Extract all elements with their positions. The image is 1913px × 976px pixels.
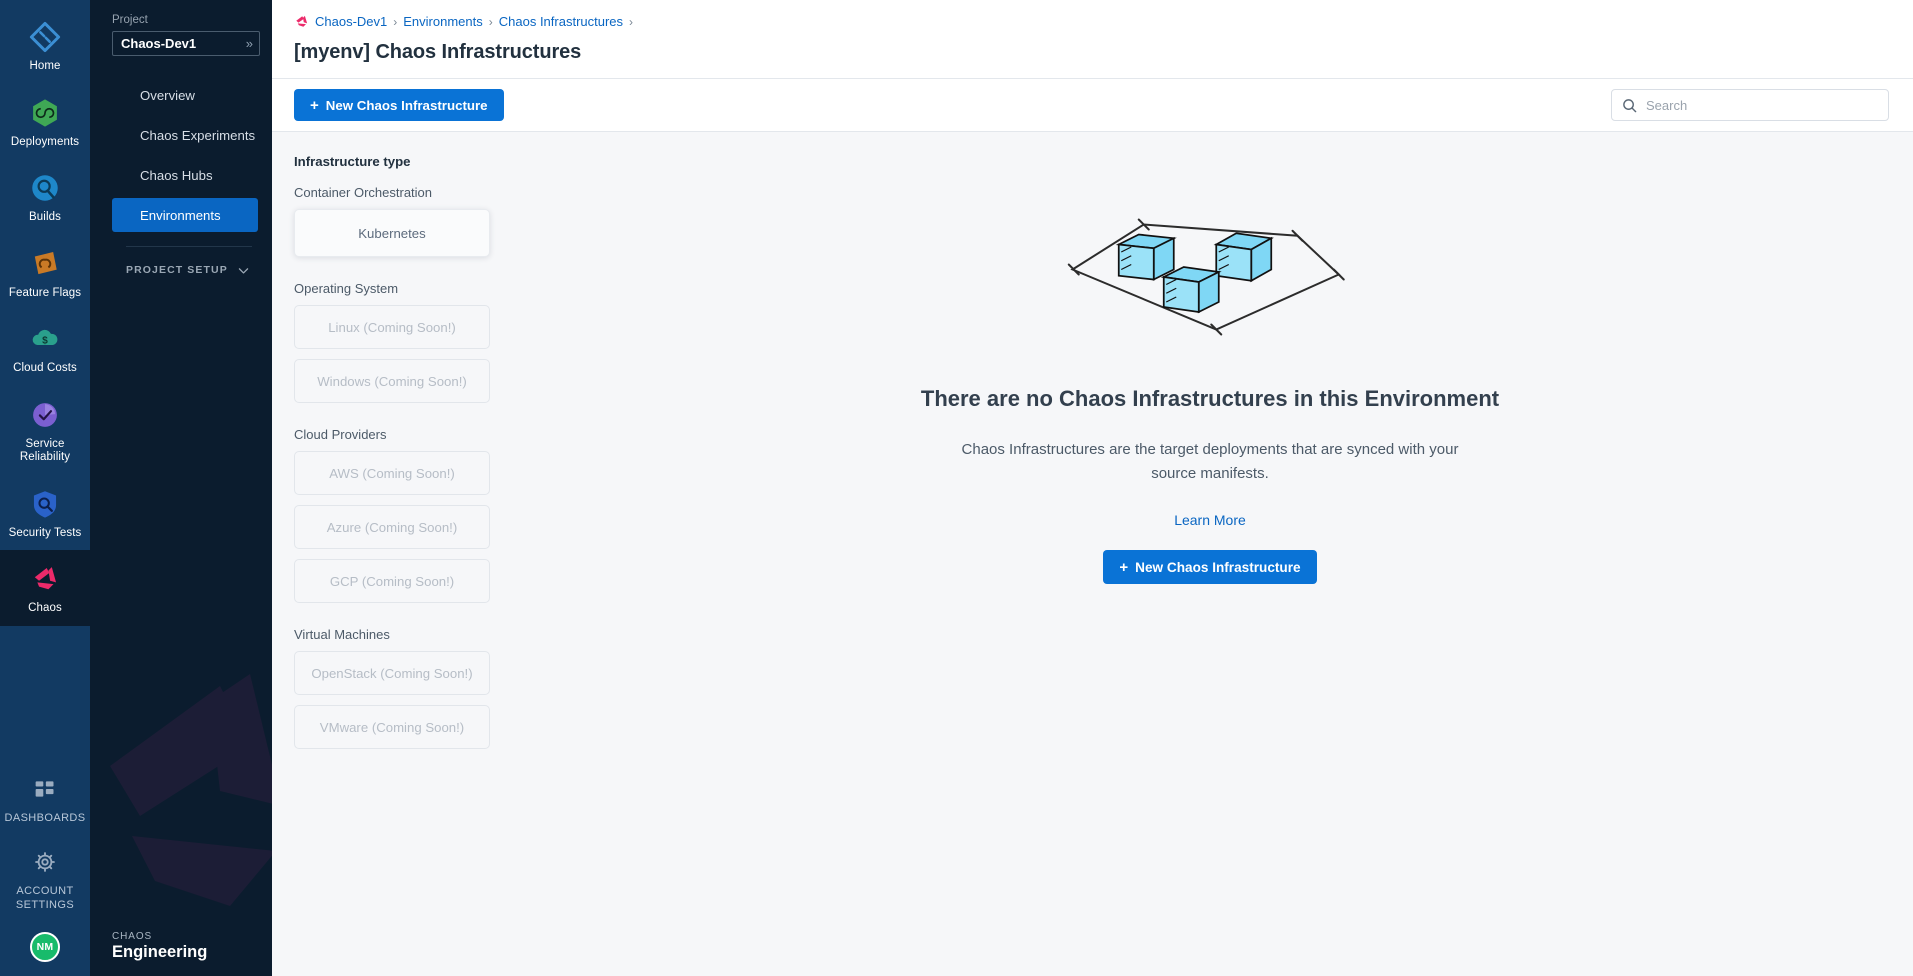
filter-group-operating-system: Operating System Linux (Coming Soon!) Wi… bbox=[294, 281, 507, 403]
sidebar-item-environments[interactable]: Environments bbox=[112, 198, 258, 232]
sidebar-footer-bottom: Engineering bbox=[112, 943, 208, 961]
project-selector[interactable]: Chaos-Dev1 » bbox=[112, 31, 260, 56]
breadcrumb-link-project[interactable]: Chaos-Dev1 bbox=[315, 14, 387, 29]
project-selector-wrap: Project Chaos-Dev1 » bbox=[90, 0, 272, 62]
rail-item-label: Deployments bbox=[10, 135, 80, 148]
breadcrumb-bar: Chaos-Dev1 › Environments › Chaos Infras… bbox=[272, 0, 1913, 78]
rail-item-label: Security Tests bbox=[8, 526, 82, 539]
rail-item-label: Service Reliability bbox=[19, 437, 71, 464]
chaos-icon bbox=[296, 15, 308, 27]
sidebar-section-label: PROJECT SETUP bbox=[126, 264, 228, 276]
infrastructure-type-filters: Infrastructure type Container Orchestrat… bbox=[272, 132, 507, 976]
new-chaos-infrastructure-button[interactable]: + New Chaos Infrastructure bbox=[294, 89, 504, 121]
project-label: Project bbox=[112, 14, 148, 26]
breadcrumb-separator: › bbox=[488, 14, 493, 29]
builds-icon bbox=[32, 175, 58, 201]
learn-more-link[interactable]: Learn More bbox=[1174, 512, 1246, 528]
dashboards-icon bbox=[35, 780, 54, 797]
empty-state-description: Chaos Infrastructures are the target dep… bbox=[961, 441, 1459, 482]
breadcrumb-separator: › bbox=[629, 14, 634, 29]
svg-text:$: $ bbox=[42, 335, 48, 346]
filter-group-label: Virtual Machines bbox=[294, 627, 390, 642]
filter-group-label: Cloud Providers bbox=[294, 427, 387, 442]
filter-group-container-orchestration: Container Orchestration Kubernetes bbox=[294, 185, 507, 257]
search-box[interactable] bbox=[1611, 89, 1889, 121]
chevron-right-icon: » bbox=[245, 36, 253, 51]
service-reliability-icon bbox=[33, 402, 57, 427]
rail-bottom-group: DASHBOARDS ACCOUNT SETTINGS NM bbox=[0, 762, 90, 976]
project-sidebar: Project Chaos-Dev1 » Overview Chaos Expe… bbox=[90, 0, 272, 976]
filter-option-vmware: VMware (Coming Soon!) bbox=[294, 705, 490, 749]
body-area: Infrastructure type Container Orchestrat… bbox=[272, 132, 1913, 976]
rail-item-label: Home bbox=[29, 60, 61, 72]
rail-item-dashboards[interactable]: DASHBOARDS bbox=[0, 762, 90, 836]
plus-icon: + bbox=[310, 96, 319, 114]
rail-item-cloud-costs[interactable]: $ Cloud Costs bbox=[0, 310, 90, 386]
gear-icon bbox=[35, 852, 55, 872]
filter-option-windows: Windows (Coming Soon!) bbox=[294, 359, 490, 403]
rail-item-label: DASHBOARDS bbox=[4, 811, 86, 824]
rail-item-label: ACCOUNT SETTINGS bbox=[15, 885, 75, 911]
breadcrumb-separator: › bbox=[393, 14, 398, 29]
plus-icon: + bbox=[1119, 558, 1129, 576]
deployments-icon bbox=[33, 98, 57, 127]
filter-group-label: Container Orchestration bbox=[294, 185, 433, 200]
rail-item-account-settings[interactable]: ACCOUNT SETTINGS bbox=[0, 835, 90, 922]
empty-state-heading: There are no Chaos Infrastructures in th… bbox=[920, 386, 1500, 411]
sidebar-footer-top: CHAOS bbox=[112, 931, 153, 942]
rail-item-builds[interactable]: Builds bbox=[0, 159, 90, 235]
search-icon bbox=[1623, 98, 1637, 112]
sidebar-item-overview[interactable]: Overview bbox=[112, 78, 258, 112]
filter-option-openstack: OpenStack (Coming Soon!) bbox=[294, 651, 490, 695]
page-title: [myenv] Chaos Infrastructures bbox=[294, 41, 582, 63]
rail-item-chaos[interactable]: Chaos bbox=[0, 550, 90, 626]
avatar[interactable]: NM bbox=[30, 932, 60, 962]
empty-state-illustration bbox=[1067, 218, 1345, 336]
filter-group-virtual-machines: Virtual Machines OpenStack (Coming Soon!… bbox=[294, 627, 507, 749]
rail-item-security-tests[interactable]: Security Tests bbox=[0, 475, 90, 551]
sidebar-nav: Overview Chaos Experiments Chaos Hubs En… bbox=[90, 62, 272, 289]
rail-item-label: Builds bbox=[29, 211, 61, 223]
rail-item-label: Cloud Costs bbox=[13, 362, 77, 374]
app-root: Home Deployments Builds Feature Flags $ … bbox=[0, 0, 1913, 976]
toolbar: + New Chaos Infrastructure bbox=[272, 78, 1913, 132]
filter-option-aws: AWS (Coming Soon!) bbox=[294, 451, 490, 495]
sidebar-footer: CHAOS Engineering bbox=[90, 931, 272, 976]
filter-option-kubernetes[interactable]: Kubernetes bbox=[294, 209, 490, 257]
rail-item-deployments[interactable]: Deployments bbox=[0, 84, 90, 160]
security-tests-icon bbox=[33, 490, 57, 518]
empty-state-new-chaos-infrastructure-button[interactable]: + New Chaos Infrastructure bbox=[1103, 550, 1317, 584]
empty-state-button-label: New Chaos Infrastructure bbox=[1135, 559, 1301, 575]
cloud-costs-icon: $ bbox=[32, 329, 58, 346]
module-rail: Home Deployments Builds Feature Flags $ … bbox=[0, 0, 90, 976]
filter-option-linux: Linux (Coming Soon!) bbox=[294, 305, 490, 349]
breadcrumb-link-environments[interactable]: Environments bbox=[403, 14, 482, 29]
rail-item-feature-flags[interactable]: Feature Flags bbox=[0, 235, 90, 311]
main-content: Chaos-Dev1 › Environments › Chaos Infras… bbox=[272, 0, 1913, 976]
rail-item-service-reliability[interactable]: Service Reliability bbox=[0, 386, 90, 475]
new-chaos-infrastructure-label: New Chaos Infrastructure bbox=[325, 97, 488, 113]
breadcrumb: Chaos-Dev1 › Environments › Chaos Infras… bbox=[294, 14, 1889, 29]
project-name: Chaos-Dev1 bbox=[121, 36, 197, 51]
breadcrumb-link-chaos-infrastructures[interactable]: Chaos Infrastructures bbox=[499, 14, 623, 29]
feature-flags-icon bbox=[34, 251, 57, 274]
sidebar-item-chaos-experiments[interactable]: Chaos Experiments bbox=[112, 118, 258, 152]
sidebar-item-chaos-hubs[interactable]: Chaos Hubs bbox=[112, 158, 258, 192]
sidebar-divider bbox=[126, 246, 252, 247]
filter-group-label: Operating System bbox=[294, 281, 399, 296]
chaos-icon bbox=[34, 567, 57, 590]
home-icon bbox=[29, 21, 61, 53]
rail-item-home[interactable]: Home bbox=[0, 8, 90, 84]
rail-item-label: Chaos bbox=[28, 602, 62, 614]
empty-state: There are no Chaos Infrastructures in th… bbox=[507, 132, 1913, 976]
search-input[interactable] bbox=[1646, 97, 1878, 113]
filter-group-cloud-providers: Cloud Providers AWS (Coming Soon!) Azure… bbox=[294, 427, 507, 603]
chevron-down-icon bbox=[238, 267, 249, 274]
rail-item-label: Feature Flags bbox=[8, 286, 82, 299]
sidebar-section-project-setup[interactable]: PROJECT SETUP bbox=[90, 251, 272, 289]
filters-title: Infrastructure type bbox=[294, 154, 411, 169]
filter-option-azure: Azure (Coming Soon!) bbox=[294, 505, 490, 549]
filter-option-gcp: GCP (Coming Soon!) bbox=[294, 559, 490, 603]
